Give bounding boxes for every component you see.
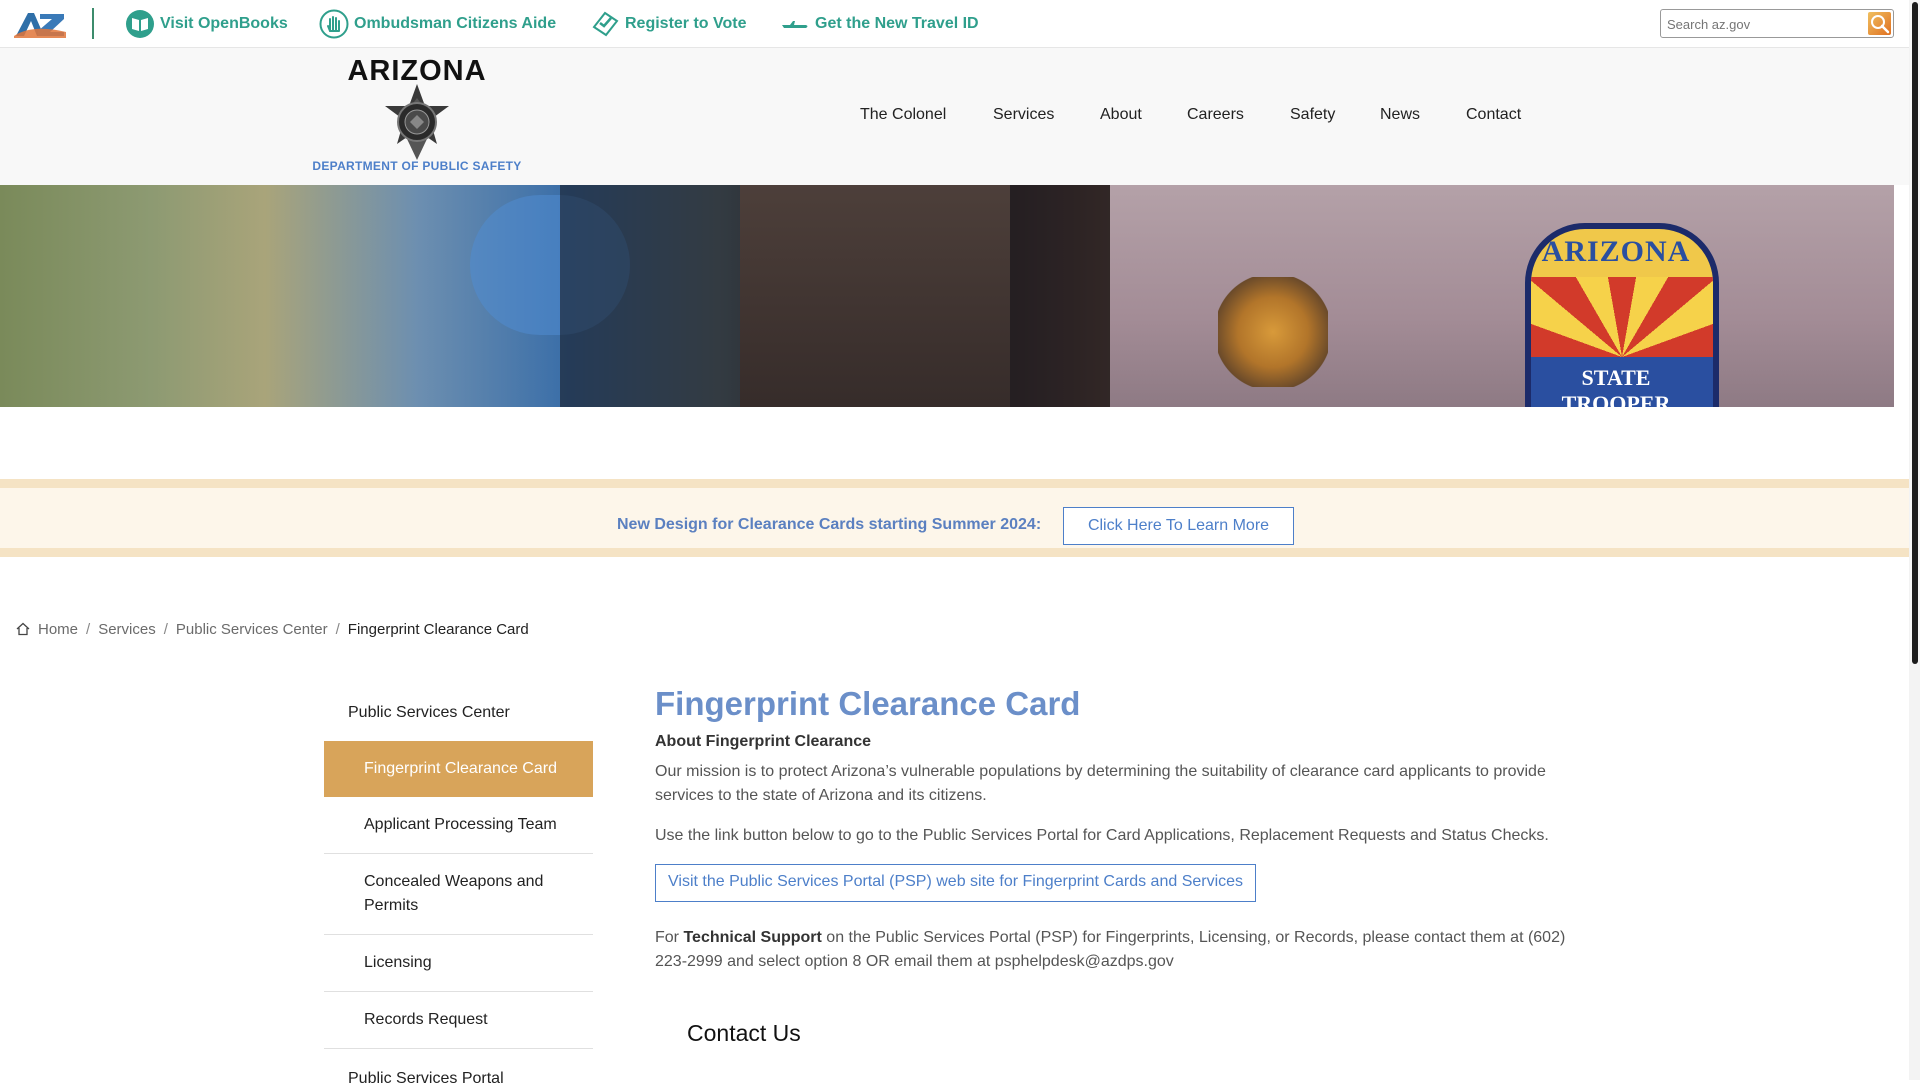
register-to-vote-label: Register to Vote — [625, 15, 747, 32]
notice-text: New Design for Clearance Cards starting … — [617, 516, 1042, 533]
visit-openbooks-label: Visit OpenBooks — [160, 15, 288, 32]
breadcrumb-home[interactable]: Home — [38, 621, 78, 638]
search-input[interactable] — [1665, 13, 1869, 35]
book-icon — [126, 10, 154, 38]
contact-us-heading: Contact Us — [687, 1020, 801, 1046]
utility-bar: Visit OpenBooks Ombudsman Citizens Aide … — [0, 0, 1909, 48]
nav-the-colonel[interactable]: The Colonel — [860, 106, 946, 124]
sidebar-item-fingerprint-clearance-card[interactable]: Fingerprint Clearance Card — [324, 741, 593, 797]
plane-icon — [782, 21, 808, 28]
breadcrumb-services[interactable]: Services — [98, 621, 156, 638]
sidebar-nav: Public Services Center Fingerprint Clear… — [324, 684, 593, 1091]
svg-text:ARIZONA: ARIZONA — [347, 55, 486, 87]
patch-subtitle-line-1: STATE — [1581, 365, 1651, 390]
breadcrumb-current: Fingerprint Clearance Card — [347, 620, 529, 638]
nav-careers[interactable]: Careers — [1187, 106, 1244, 124]
breadcrumb-separator: / — [163, 620, 168, 638]
nav-contact[interactable]: Contact — [1466, 106, 1521, 124]
agency-name: DEPARTMENT OF PUBLIC SAFETY — [312, 159, 522, 173]
support-bold: Technical Support — [683, 929, 822, 946]
hero-radio — [740, 185, 1010, 407]
nav-news[interactable]: News — [1380, 106, 1420, 124]
patch-title: ARIZONA — [1541, 235, 1691, 268]
sidebar-parent-public-services-center[interactable]: Public Services Center — [324, 684, 593, 741]
breadcrumb-separator: / — [335, 620, 340, 638]
page-title: Fingerprint Clearance Card — [655, 685, 1081, 722]
state-trooper-patch: ARIZONA STATE TROOPER — [1525, 223, 1719, 407]
travel-id-link[interactable]: Get the New Travel ID — [780, 9, 979, 39]
hero-badge — [1218, 277, 1328, 387]
hero-banner-image: ARIZONA STATE TROOPER — [0, 185, 1894, 407]
breadcrumb-public-services-center[interactable]: Public Services Center — [176, 621, 328, 638]
site-header: ARIZONA DEPARTMENT OF PUBLIC SAFETY The … — [0, 48, 1909, 185]
nav-services[interactable]: Services — [993, 106, 1054, 124]
sidebar-item-concealed-weapons[interactable]: Concealed Weapons and Permits — [324, 854, 593, 935]
learn-more-button[interactable]: Click Here To Learn More — [1063, 507, 1294, 545]
search-button[interactable] — [1868, 12, 1891, 35]
breadcrumb: Home / Services / Public Services Center… — [16, 619, 529, 639]
patch-rays — [1531, 277, 1713, 357]
az-gov-logo[interactable] — [14, 10, 66, 38]
main-nav: The Colonel Services About Careers Safet… — [0, 106, 1909, 130]
notice-banner: New Design for Clearance Cards starting … — [0, 479, 1909, 557]
sidebar-item-records-request[interactable]: Records Request — [324, 992, 593, 1049]
breadcrumb-separator: / — [86, 620, 91, 638]
psp-portal-button[interactable]: Visit the Public Services Portal (PSP) w… — [655, 864, 1257, 902]
home-icon[interactable] — [16, 622, 30, 636]
scrollbar-thumb[interactable] — [1912, 2, 1918, 664]
travel-id-label: Get the New Travel ID — [815, 15, 979, 32]
search-icon — [1871, 15, 1890, 34]
technical-support-paragraph: For Technical Support on the Public Serv… — [655, 926, 1575, 974]
search-box — [1660, 9, 1894, 38]
ombudsman-link[interactable]: Ombudsman Citizens Aide — [319, 9, 556, 39]
ballot-icon — [592, 11, 619, 37]
patch-subtitle-line-2: TROOPER — [1561, 391, 1671, 407]
patch-subtitle: STATE TROOPER — [1531, 365, 1701, 407]
mission-paragraph: Our mission is to protect Arizona’s vuln… — [655, 763, 1546, 804]
sidebar-parent-public-services-portal[interactable]: Public Services Portal — [324, 1049, 593, 1091]
link-instructions-paragraph: Use the link button below to go to the P… — [655, 827, 1549, 844]
support-prefix: For — [655, 929, 679, 946]
main-content: Fingerprint Clearance Card About Fingerp… — [655, 684, 1575, 1047]
ombudsman-label: Ombudsman Citizens Aide — [354, 15, 557, 32]
register-to-vote-link[interactable]: Register to Vote — [590, 9, 747, 39]
hand-icon — [319, 9, 349, 39]
nav-about[interactable]: About — [1100, 106, 1142, 124]
visit-openbooks-link[interactable]: Visit OpenBooks — [125, 9, 288, 39]
sidebar-item-applicant-processing-team[interactable]: Applicant Processing Team — [324, 797, 593, 854]
utility-divider — [92, 8, 94, 39]
nav-safety[interactable]: Safety — [1290, 106, 1335, 124]
about-heading: About Fingerprint Clearance — [655, 733, 872, 750]
sidebar-item-licensing[interactable]: Licensing — [324, 935, 593, 992]
